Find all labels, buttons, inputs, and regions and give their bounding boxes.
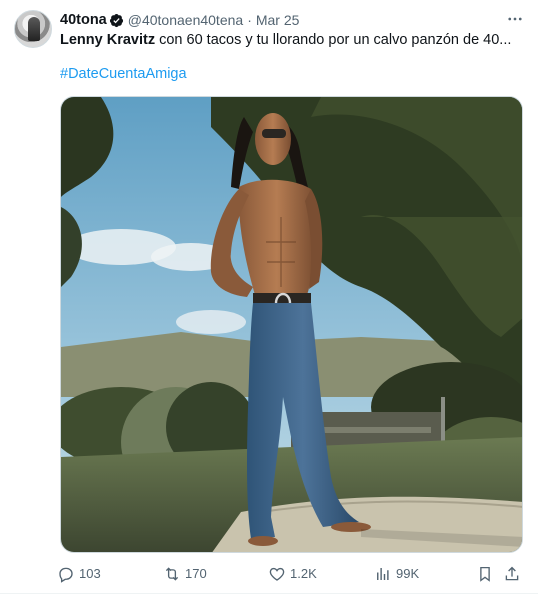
views-button[interactable]: 99K [374,565,419,583]
tweet[interactable]: 40tona @40tonaen40tena · Mar 25 Lenny Kr… [0,0,538,594]
repost-button[interactable]: 170 [163,565,207,583]
more-icon[interactable] [504,8,526,30]
views-count: 99K [396,566,420,581]
reply-button[interactable]: 103 [57,565,101,583]
verified-icon [109,13,123,27]
tweet-date[interactable]: Mar 25 [256,12,300,28]
tweet-header: 40tona @40tonaen40tena · Mar 25 [60,10,526,30]
tweet-text: Lenny Kravitz con 60 tacos y tu llorando… [60,30,520,50]
separator-dot: · [247,12,252,28]
reply-icon [59,567,73,583]
avatar[interactable] [14,10,52,48]
share-button[interactable] [503,565,525,583]
like-count: 1.2K [290,566,317,581]
share-icon [505,566,519,581]
tweet-text-bold: Lenny Kravitz [60,32,156,48]
reply-count: 103 [79,566,101,581]
action-bar: 103 170 1.2K 99K [57,563,524,585]
handle[interactable]: @40tonaen40tena [128,12,243,28]
tweet-photo[interactable] [60,96,523,553]
repost-count: 170 [185,566,207,581]
repost-icon [165,567,179,581]
bookmark-icon [480,566,490,582]
bookmark-button[interactable] [476,565,498,583]
display-name[interactable]: 40tona [60,12,107,28]
like-button[interactable]: 1.2K [268,565,317,583]
like-icon [269,567,285,581]
views-icon [377,568,389,580]
avatar-figure [28,17,40,41]
tweet-text-rest: con 60 tacos y tu llorando por un calvo … [155,32,512,48]
photo-illustration [61,97,522,552]
hashtag-link[interactable]: #DateCuentaAmiga [60,66,187,82]
